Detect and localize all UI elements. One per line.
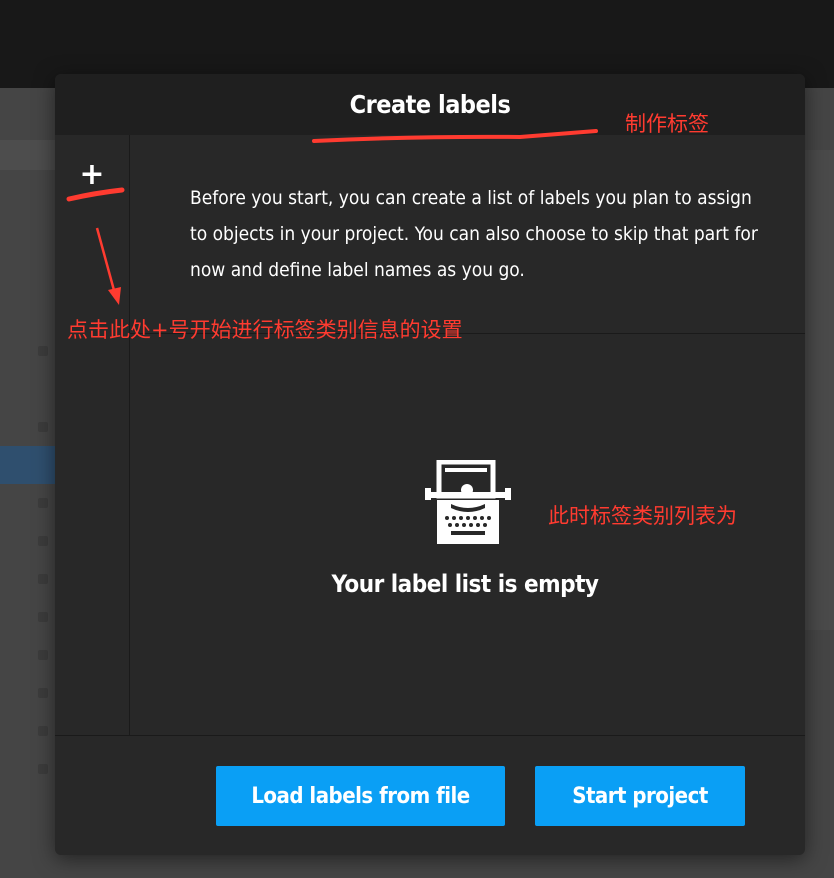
background-row-marker <box>38 688 48 698</box>
footer-divider <box>55 735 805 736</box>
add-label-button[interactable]: + <box>77 160 107 190</box>
create-labels-modal: Create labels + Before you start, you ca… <box>55 74 805 855</box>
empty-list-message: Your label list is empty <box>331 570 599 598</box>
background-row-marker <box>38 650 48 660</box>
background-row-marker <box>38 574 48 584</box>
start-project-button[interactable]: Start project <box>535 766 745 826</box>
background-row-marker <box>38 536 48 546</box>
background-row-marker <box>38 612 48 622</box>
background-row-marker <box>38 422 48 432</box>
label-list-sidebar: + <box>55 135 130 735</box>
background-panel <box>0 140 55 170</box>
load-labels-from-file-button[interactable]: Load labels from file <box>216 766 505 826</box>
background-row-marker <box>38 346 48 356</box>
background-row-marker <box>38 764 48 774</box>
typewriter-icon <box>425 460 511 544</box>
modal-title: Create labels <box>349 90 511 119</box>
annotation-title-note: 制作标签 <box>625 112 709 136</box>
modal-description: Before you start, you can create a list … <box>190 187 758 281</box>
background-row-marker <box>38 498 48 508</box>
background-selected-row <box>0 446 55 484</box>
annotation-plus-note: 点击此处+号开始进行标签类别信息的设置 <box>67 318 463 342</box>
annotation-list-note: 此时标签类别列表为 <box>548 504 737 528</box>
background-right-panel <box>805 150 834 630</box>
background-row-marker <box>38 726 48 736</box>
